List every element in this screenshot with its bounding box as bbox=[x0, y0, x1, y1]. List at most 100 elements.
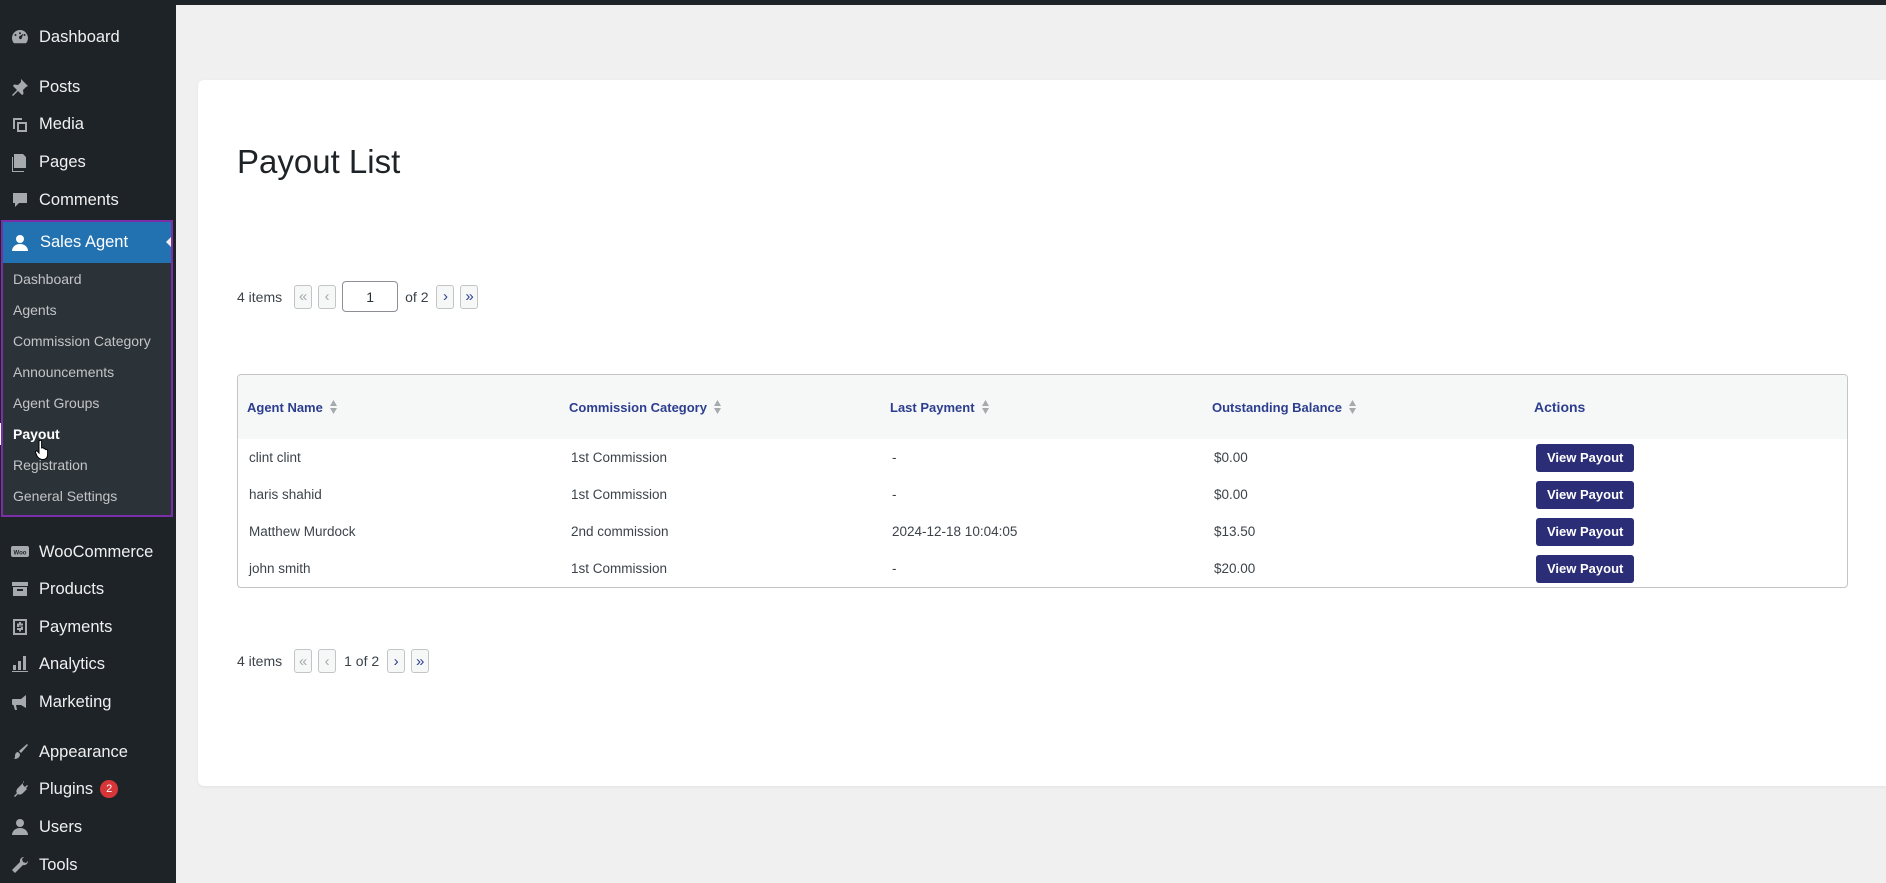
column-label: Actions bbox=[1534, 399, 1586, 415]
brush-icon bbox=[9, 741, 31, 763]
menu-users[interactable]: Users bbox=[0, 809, 176, 845]
submenu-general-settings[interactable]: General Settings bbox=[13, 488, 117, 504]
cell-actions: View Payout bbox=[1536, 476, 1635, 513]
last-page-button[interactable]: » bbox=[411, 649, 430, 673]
cell-outstanding-balance: $13.50 bbox=[1214, 524, 1256, 539]
next-page-button[interactable]: › bbox=[436, 284, 455, 309]
submenu-registration[interactable]: Registration bbox=[13, 457, 88, 473]
items-count: 4 items bbox=[237, 288, 283, 305]
cell-last-payment: 2024-12-18 10:04:05 bbox=[892, 524, 1018, 539]
menu-comments[interactable]: Comments bbox=[0, 182, 176, 218]
table-row: john smith 1st Commission - $20.00 View … bbox=[238, 550, 1847, 587]
pagination-bottom: 4 items « ‹ 1 of 2 › » bbox=[237, 649, 435, 673]
menu-appearance-label: Appearance bbox=[39, 742, 128, 761]
comment-icon bbox=[9, 189, 31, 211]
menu-users-label: Users bbox=[39, 817, 83, 836]
archive-icon bbox=[9, 578, 31, 600]
submenu-commission-category[interactable]: Commission Category bbox=[13, 333, 151, 349]
megaphone-icon bbox=[9, 691, 31, 713]
cell-actions: View Payout bbox=[1536, 513, 1635, 550]
media-icon bbox=[9, 113, 31, 135]
menu-products-label: Products bbox=[39, 579, 105, 598]
items-count: 4 items bbox=[237, 653, 283, 669]
cell-commission-category: 1st Commission bbox=[571, 561, 668, 576]
cell-actions: View Payout bbox=[1536, 439, 1635, 476]
current-menu-arrow bbox=[166, 235, 173, 249]
plugins-update-badge: 2 bbox=[100, 780, 119, 798]
svg-text:Woo: Woo bbox=[14, 551, 27, 557]
prev-page-button[interactable]: ‹ bbox=[318, 284, 337, 309]
menu-dashboard[interactable]: Dashboard bbox=[0, 19, 176, 55]
menu-payments[interactable]: Payments bbox=[0, 609, 176, 645]
view-payout-button[interactable]: View Payout bbox=[1536, 443, 1635, 472]
menu-posts[interactable]: Posts bbox=[0, 69, 176, 105]
first-page-button[interactable]: « bbox=[294, 284, 313, 309]
column-label: Last Payment bbox=[890, 399, 975, 415]
page-title: Payout List bbox=[237, 143, 401, 180]
submenu-agents[interactable]: Agents bbox=[13, 302, 57, 318]
column-header-actions: Actions bbox=[1534, 375, 1585, 439]
cell-outstanding-balance: $0.00 bbox=[1214, 487, 1248, 502]
column-label: Outstanding Balance bbox=[1212, 399, 1343, 415]
sort-icon bbox=[1349, 400, 1357, 414]
menu-media[interactable]: Media bbox=[0, 106, 176, 142]
menu-woocommerce[interactable]: Woo WooCommerce bbox=[0, 534, 176, 570]
menu-pages[interactable]: Pages bbox=[0, 144, 176, 180]
current-page-input[interactable] bbox=[342, 281, 399, 312]
prev-page-button[interactable]: ‹ bbox=[318, 649, 337, 673]
submenu-dashboard[interactable]: Dashboard bbox=[13, 271, 82, 287]
user-icon bbox=[9, 816, 31, 838]
column-header-agent-name[interactable]: Agent Name bbox=[247, 375, 338, 439]
admin-top-bar bbox=[0, 0, 1886, 5]
table-row: Matthew Murdock 2nd commission 2024-12-1… bbox=[238, 513, 1847, 550]
cell-last-payment: - bbox=[892, 487, 897, 502]
view-payout-button[interactable]: View Payout bbox=[1536, 480, 1635, 509]
cell-agent-name: john smith bbox=[249, 561, 311, 576]
cell-last-payment: - bbox=[892, 450, 897, 465]
menu-tools[interactable]: Tools bbox=[0, 847, 176, 883]
submenu-agent-groups[interactable]: Agent Groups bbox=[13, 395, 99, 411]
table-row: haris shahid 1st Commission - $0.00 View… bbox=[238, 476, 1847, 513]
menu-marketing[interactable]: Marketing bbox=[0, 684, 176, 720]
sales-agent-submenu bbox=[3, 263, 173, 515]
cell-agent-name: haris shahid bbox=[249, 487, 322, 502]
menu-woocommerce-label: WooCommerce bbox=[39, 542, 154, 561]
menu-comments-label: Comments bbox=[39, 190, 119, 209]
menu-plugins-label: Plugins bbox=[39, 779, 94, 798]
submenu-announcements[interactable]: Announcements bbox=[13, 364, 114, 380]
sort-icon bbox=[981, 400, 989, 414]
pagination-top: 4 items « ‹ of 2 › » bbox=[237, 281, 484, 312]
next-page-button[interactable]: › bbox=[387, 649, 406, 673]
dashboard-icon bbox=[9, 26, 31, 48]
current-page-indicator bbox=[0, 423, 3, 445]
menu-sales-agent[interactable]: Sales Agent bbox=[3, 222, 173, 263]
cell-actions: View Payout bbox=[1536, 550, 1635, 587]
column-header-outstanding-balance[interactable]: Outstanding Balance bbox=[1212, 375, 1357, 439]
view-payout-button[interactable]: View Payout bbox=[1536, 554, 1635, 583]
menu-posts-label: Posts bbox=[39, 77, 81, 96]
menu-analytics[interactable]: Analytics bbox=[0, 646, 176, 682]
first-page-button[interactable]: « bbox=[294, 649, 313, 673]
column-label: Agent Name bbox=[247, 399, 323, 415]
menu-products[interactable]: Products bbox=[0, 571, 176, 607]
menu-media-label: Media bbox=[39, 114, 84, 133]
menu-dashboard-label: Dashboard bbox=[39, 27, 120, 46]
column-header-commission-category[interactable]: Commission Category bbox=[569, 375, 722, 439]
menu-plugins[interactable]: Plugins 2 bbox=[0, 771, 176, 807]
table-header: Agent Name Commission Category Last Paym… bbox=[238, 375, 1847, 439]
column-header-last-payment[interactable]: Last Payment bbox=[890, 375, 990, 439]
bar-chart-icon bbox=[9, 653, 31, 675]
cell-last-payment: - bbox=[892, 561, 897, 576]
cell-commission-category: 2nd commission bbox=[571, 524, 669, 539]
cell-agent-name: clint clint bbox=[249, 450, 301, 465]
menu-appearance[interactable]: Appearance bbox=[0, 734, 176, 770]
hand-cursor-icon bbox=[35, 440, 49, 460]
last-page-button[interactable]: » bbox=[460, 284, 479, 309]
pages-icon bbox=[9, 151, 31, 173]
menu-marketing-label: Marketing bbox=[39, 692, 112, 711]
view-payout-button[interactable]: View Payout bbox=[1536, 517, 1635, 546]
wrench-icon bbox=[9, 854, 31, 876]
menu-pages-label: Pages bbox=[39, 152, 86, 171]
menu-sales-agent-label: Sales Agent bbox=[40, 233, 129, 251]
dollar-icon bbox=[9, 616, 31, 638]
